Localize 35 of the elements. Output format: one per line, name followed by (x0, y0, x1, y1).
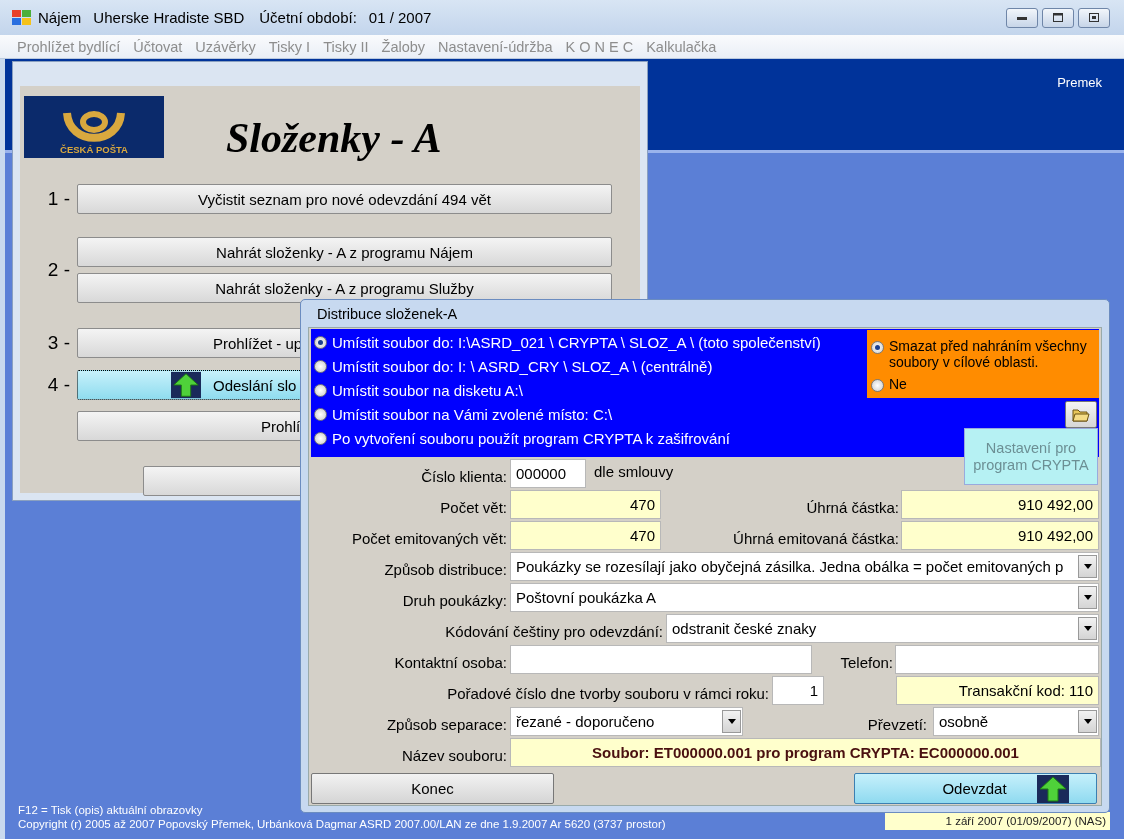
value-field: 910 492,00 (901, 490, 1099, 519)
step-number: 1 - (46, 188, 70, 210)
logo-text: ČESKÁ POŠTA (60, 144, 128, 155)
period-label: Účetní období: (259, 9, 357, 26)
field-label: Druh poukázky: (401, 591, 507, 609)
hint-text: F12 = Tisk (opis) aktuální obrazovky (18, 804, 204, 816)
copyright-text: Copyright (r) 2005 až 2007 Popovský Přemek, Urbánková Dagmar ASRD 2007.00/LAN ze dne 1.9.2007 Ar 5620 (3737 prostor) (18, 818, 666, 830)
panel-title: Složenky - A (226, 114, 442, 162)
field-label: Převzetí: (866, 715, 927, 733)
value-field: 910 492,00 (901, 521, 1099, 550)
field-label: Způsob distribuce: (383, 560, 507, 578)
field-label: Počet emitovaných vět: (350, 529, 507, 547)
value-field: 470 (510, 521, 661, 550)
field-label: Způsob separace: (385, 715, 507, 733)
field-label: Počet vět: (439, 498, 507, 516)
field-label: Číslo klienta: (420, 467, 507, 485)
app-title: Nájem (38, 9, 82, 26)
user-name: Premek (1057, 75, 1102, 90)
organization-name: Uherske Hradiste SBD (93, 9, 245, 26)
step-number: 3 - (46, 332, 70, 354)
field-label: Úhrná částka: (805, 498, 899, 516)
field-label: Kontaktní osoba: (393, 653, 507, 671)
field-note: dle smlouvy (594, 463, 674, 482)
dialog-title: Distribuce složenek-A (316, 304, 459, 324)
field-label: Pořadové číslo dne tvorby souboru v rámci roku: (446, 684, 769, 702)
step-number: 2 - (46, 259, 70, 281)
field-label: Název souboru: (400, 746, 507, 764)
value-field: 470 (510, 490, 661, 519)
step-number: 4 - (46, 374, 70, 396)
field-label: Kódování češtiny pro odevzdání: (444, 622, 663, 640)
value-field: Transakční kod: 110 (896, 676, 1099, 705)
value-field: Soubor: ET000000.001 pro program CRYPTA: EC000000.001 (510, 738, 1101, 767)
period-value: 01 / 2007 (368, 9, 432, 26)
field-label: Telefon: (839, 653, 893, 671)
field-label: Úhrná emitovaná částka: (732, 529, 899, 547)
